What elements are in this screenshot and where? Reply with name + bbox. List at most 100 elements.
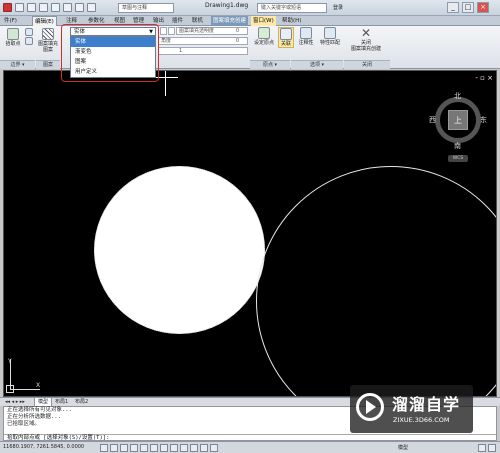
compass-east[interactable]: 东 bbox=[480, 115, 487, 125]
viewcube[interactable]: 上 北 南 东 西 WCS bbox=[429, 91, 487, 165]
open-file-icon[interactable] bbox=[27, 3, 36, 12]
new-file-icon[interactable] bbox=[15, 3, 24, 12]
angle-label: 角度 bbox=[161, 38, 172, 44]
chevron-down-icon: ▼ bbox=[149, 29, 153, 35]
grid-icon[interactable] bbox=[110, 444, 118, 452]
set-origin-label: 设定原点 bbox=[254, 40, 275, 46]
remove-boundary-icon bbox=[25, 37, 33, 45]
undo-icon[interactable] bbox=[75, 3, 84, 12]
compass-north[interactable]: 北 bbox=[454, 91, 461, 101]
tab-online[interactable]: 联机 bbox=[190, 16, 205, 26]
tab-plugins[interactable]: 插件 bbox=[170, 16, 185, 26]
watermark-title: 溜溜自学 bbox=[392, 395, 461, 414]
option-solid[interactable]: 实体 bbox=[71, 37, 155, 47]
hatch-type-select[interactable]: 实体 ▼ bbox=[70, 27, 156, 36]
set-origin-icon bbox=[258, 27, 270, 39]
ortho-icon[interactable] bbox=[120, 444, 128, 452]
pick-points-button[interactable]: 拾取点 bbox=[3, 28, 23, 47]
ducs-icon[interactable] bbox=[160, 444, 168, 452]
save-icon[interactable] bbox=[39, 3, 48, 12]
maximize-button[interactable]: □ bbox=[462, 2, 474, 13]
panel-close: 关闭 bbox=[344, 60, 390, 69]
menu-window[interactable]: 窗口(W) bbox=[251, 16, 276, 26]
menu-edit[interactable]: 编辑(E) bbox=[32, 16, 57, 26]
viewcube-top-face[interactable]: 上 bbox=[448, 110, 468, 130]
watermark-subtitle: ZIXUE.3D66.COM bbox=[393, 416, 450, 424]
transparency-field[interactable]: 图案填充透明度 0 bbox=[176, 27, 248, 35]
match-properties-label: 特性匹配 bbox=[319, 40, 340, 46]
dyn-icon[interactable] bbox=[170, 444, 178, 452]
hatched-circle[interactable] bbox=[94, 166, 265, 334]
angle-value: 0 bbox=[235, 38, 239, 44]
match-properties-button[interactable]: 特性匹配 bbox=[318, 27, 342, 46]
command-input[interactable]: 拾取内部点或 [选择对象(S)/设置(T)]: bbox=[4, 434, 496, 441]
transparency-icon[interactable] bbox=[190, 444, 198, 452]
annotative-icon bbox=[300, 27, 312, 39]
select-boundary-icon bbox=[25, 28, 33, 36]
panel-origin[interactable]: 原点 ▾ bbox=[250, 60, 290, 69]
background-swatch[interactable] bbox=[168, 27, 175, 35]
login-button[interactable]: 登录 bbox=[333, 3, 343, 13]
wcs-menu[interactable]: WCS bbox=[448, 155, 468, 162]
ucs-origin-icon bbox=[6, 385, 14, 393]
transparency-value: 0 bbox=[235, 28, 239, 34]
boundary-tools[interactable] bbox=[24, 28, 34, 46]
ucs-x-axis bbox=[10, 389, 40, 390]
panel-pattern: 图案 bbox=[36, 60, 60, 69]
transparency-label: 图案填充透明度 bbox=[179, 28, 215, 34]
option-gradient[interactable]: 渐变色 bbox=[71, 47, 155, 57]
drawing-canvas[interactable]: - ▫ × 上 北 南 东 西 WCS Y X bbox=[3, 70, 497, 397]
annotative-button[interactable]: 注释性 bbox=[296, 27, 316, 46]
tab-hatch-creation[interactable]: 图案填充创建 bbox=[211, 16, 249, 26]
polar-icon[interactable] bbox=[130, 444, 138, 452]
status-menu-icon[interactable] bbox=[478, 444, 486, 452]
tab-parametric[interactable]: 参数化 bbox=[86, 16, 107, 26]
quick-properties-icon[interactable] bbox=[200, 444, 208, 452]
clean-screen-icon[interactable] bbox=[488, 444, 496, 452]
tab-annotate[interactable]: 注释 bbox=[64, 16, 79, 26]
compass-south[interactable]: 南 bbox=[454, 141, 461, 151]
otrack-icon[interactable] bbox=[150, 444, 158, 452]
model-space-toggle[interactable]: 模型 bbox=[398, 444, 408, 451]
tab-view[interactable]: 视图 bbox=[112, 16, 127, 26]
option-user-defined[interactable]: 用户定义 bbox=[71, 67, 155, 77]
workspace-select[interactable]: 草图与注释 bbox=[118, 3, 174, 13]
osnap-icon[interactable] bbox=[140, 444, 148, 452]
menu-file[interactable]: 件(F) bbox=[2, 16, 19, 26]
angle-field[interactable]: 角度 0 bbox=[158, 37, 248, 45]
status-bar: 11680.1907, 7261.5845, 0.0000 模型 bbox=[0, 441, 500, 453]
close-hatch-sublabel: 图案填充创建 bbox=[350, 46, 381, 52]
save-as-icon[interactable] bbox=[51, 3, 60, 12]
associative-button[interactable]: 关联 bbox=[278, 27, 294, 48]
title-bar: 草图与注释 Drawing1.dwg 键入关键字或短语 登录 _ □ × bbox=[0, 0, 500, 16]
color-swatch[interactable] bbox=[160, 27, 167, 35]
lineweight-icon[interactable] bbox=[180, 444, 188, 452]
hatch-pattern-label: 图案填充图案 bbox=[37, 41, 58, 53]
close-window-button[interactable]: × bbox=[477, 2, 489, 13]
viewport-controls[interactable]: - ▫ × bbox=[475, 74, 493, 82]
tab-output[interactable]: 输出 bbox=[151, 16, 166, 26]
coordinates-readout: 11680.1907, 7261.5845, 0.0000 bbox=[3, 444, 85, 450]
crosshair-vertical bbox=[165, 71, 166, 96]
outline-circle[interactable] bbox=[256, 166, 496, 396]
set-origin-button[interactable]: 设定原点 bbox=[254, 27, 274, 46]
panel-boundary[interactable]: 边界 ▾ bbox=[0, 60, 35, 69]
pick-points-label: 拾取点 bbox=[5, 41, 21, 47]
menu-help[interactable]: 帮助(H) bbox=[280, 16, 303, 26]
redo-icon[interactable] bbox=[87, 3, 96, 12]
close-hatch-button[interactable]: ✕ 关闭 图案填充创建 bbox=[346, 27, 386, 52]
search-input[interactable]: 键入关键字或短语 bbox=[257, 3, 327, 13]
scale-field[interactable]: 1 bbox=[158, 47, 248, 55]
panel-options[interactable]: 选项 ▾ bbox=[291, 60, 343, 69]
snap-icon[interactable] bbox=[100, 444, 108, 452]
tab-manage[interactable]: 管理 bbox=[131, 16, 146, 26]
document-title: Drawing1.dwg bbox=[205, 2, 249, 9]
minimize-button[interactable]: _ bbox=[447, 2, 459, 13]
scale-value: 1 bbox=[179, 48, 183, 54]
hatch-pattern-button[interactable]: 图案填充图案 bbox=[37, 28, 59, 53]
selection-cycling-icon[interactable] bbox=[210, 444, 218, 452]
compass-west[interactable]: 西 bbox=[429, 115, 436, 125]
option-pattern[interactable]: 图案 bbox=[71, 57, 155, 67]
print-icon[interactable] bbox=[63, 3, 72, 12]
app-menu-icon[interactable] bbox=[3, 3, 12, 12]
